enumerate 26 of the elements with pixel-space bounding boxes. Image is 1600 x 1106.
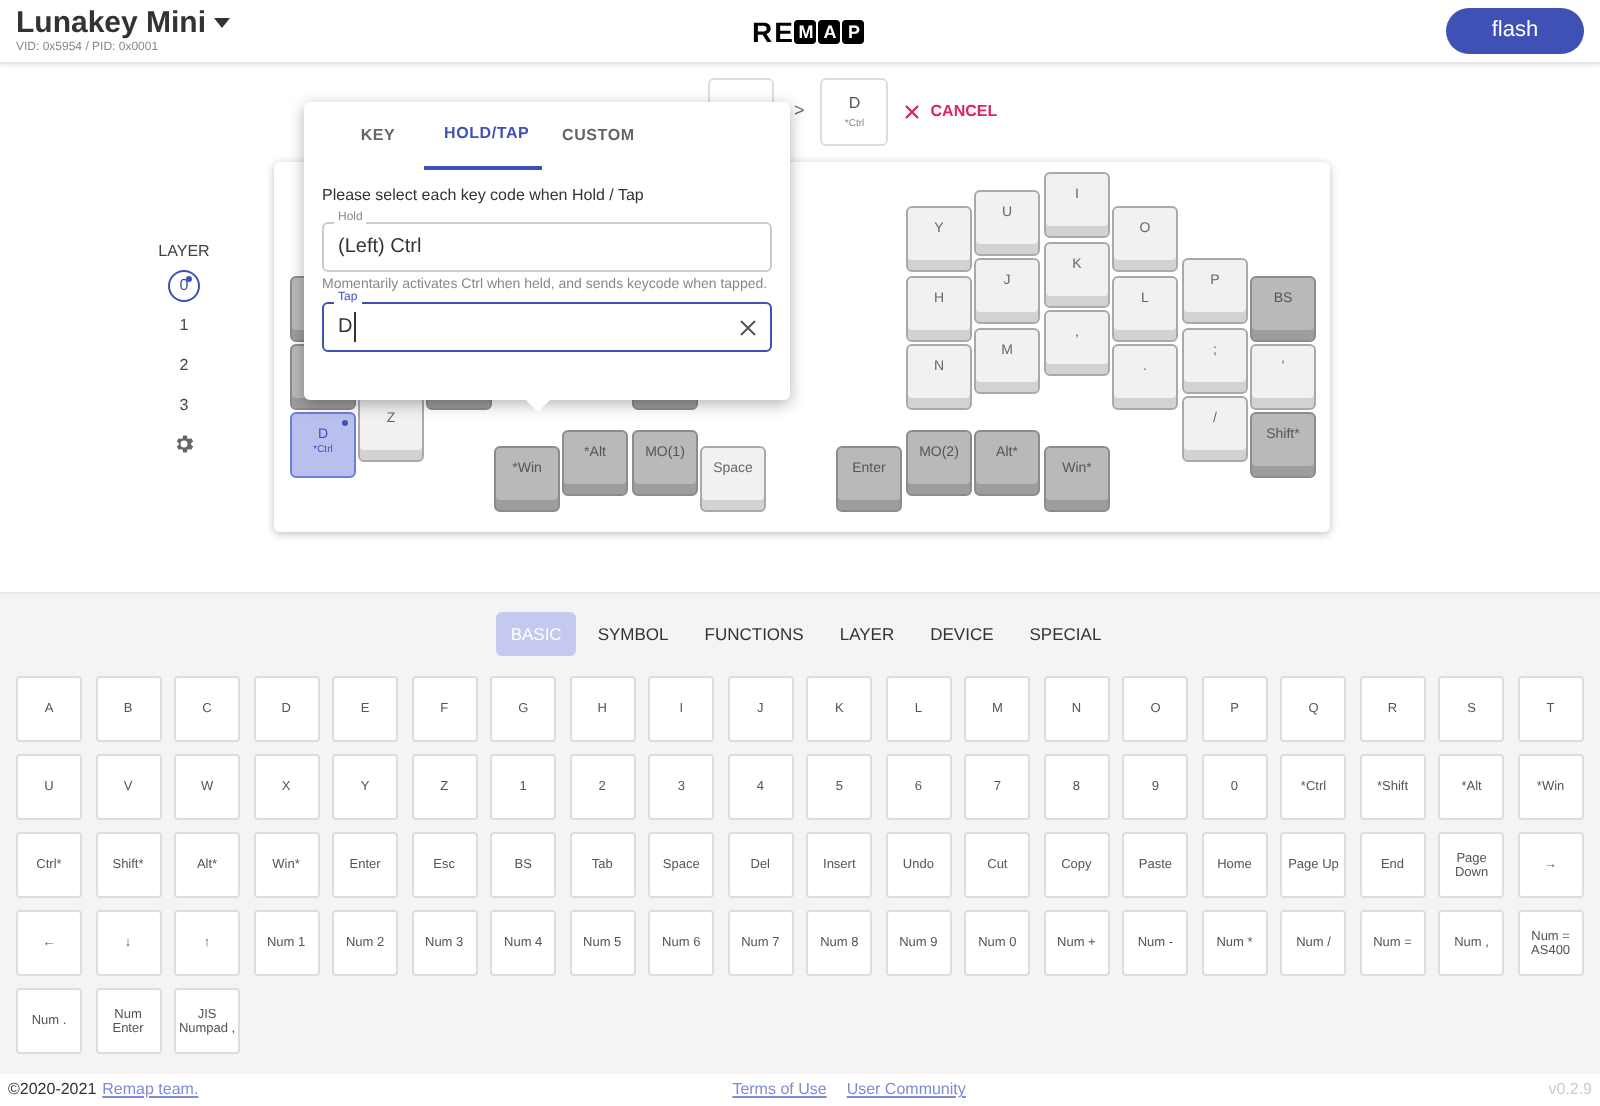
layer-button[interactable]: 0 (168, 270, 200, 302)
palette-tab[interactable]: FUNCTIONS (690, 612, 818, 656)
clear-icon[interactable] (740, 319, 756, 335)
copyright-text: ©2020-2021 (8, 1078, 97, 1102)
palette-tab[interactable]: DEVICE (916, 612, 1008, 656)
cancel-button[interactable]: CANCEL (904, 100, 998, 124)
dropdown-caret-icon[interactable] (214, 18, 231, 28)
keyboard-name: Lunakey Mini (16, 7, 207, 39)
palette-tab[interactable]: LAYER (825, 612, 909, 656)
popup-tab[interactable]: CUSTOM (542, 102, 634, 170)
hold-field[interactable]: (Left) Ctrl (322, 222, 772, 272)
tap-field[interactable]: D (322, 302, 772, 352)
layer-button[interactable]: 2 (168, 350, 200, 382)
palette-tab[interactable]: SYMBOL (583, 612, 683, 656)
settings-icon[interactable] (172, 432, 196, 456)
swap-arrow: > (794, 98, 805, 125)
flash-button[interactable]: flash (1446, 8, 1584, 54)
close-icon (904, 104, 921, 120)
layer-button[interactable]: 1 (168, 310, 200, 342)
palette-tab[interactable]: SPECIAL (1015, 612, 1116, 656)
layer-title: LAYER (158, 242, 210, 262)
popup-tab[interactable]: HOLD/TAP (424, 102, 542, 170)
popup-instruction: Please select each key code when Hold / Tap (322, 186, 646, 206)
layer-button[interactable]: 3 (168, 390, 200, 422)
popup-tab[interactable]: KEY (332, 102, 424, 170)
remap-logo: RE M A P (752, 15, 865, 47)
